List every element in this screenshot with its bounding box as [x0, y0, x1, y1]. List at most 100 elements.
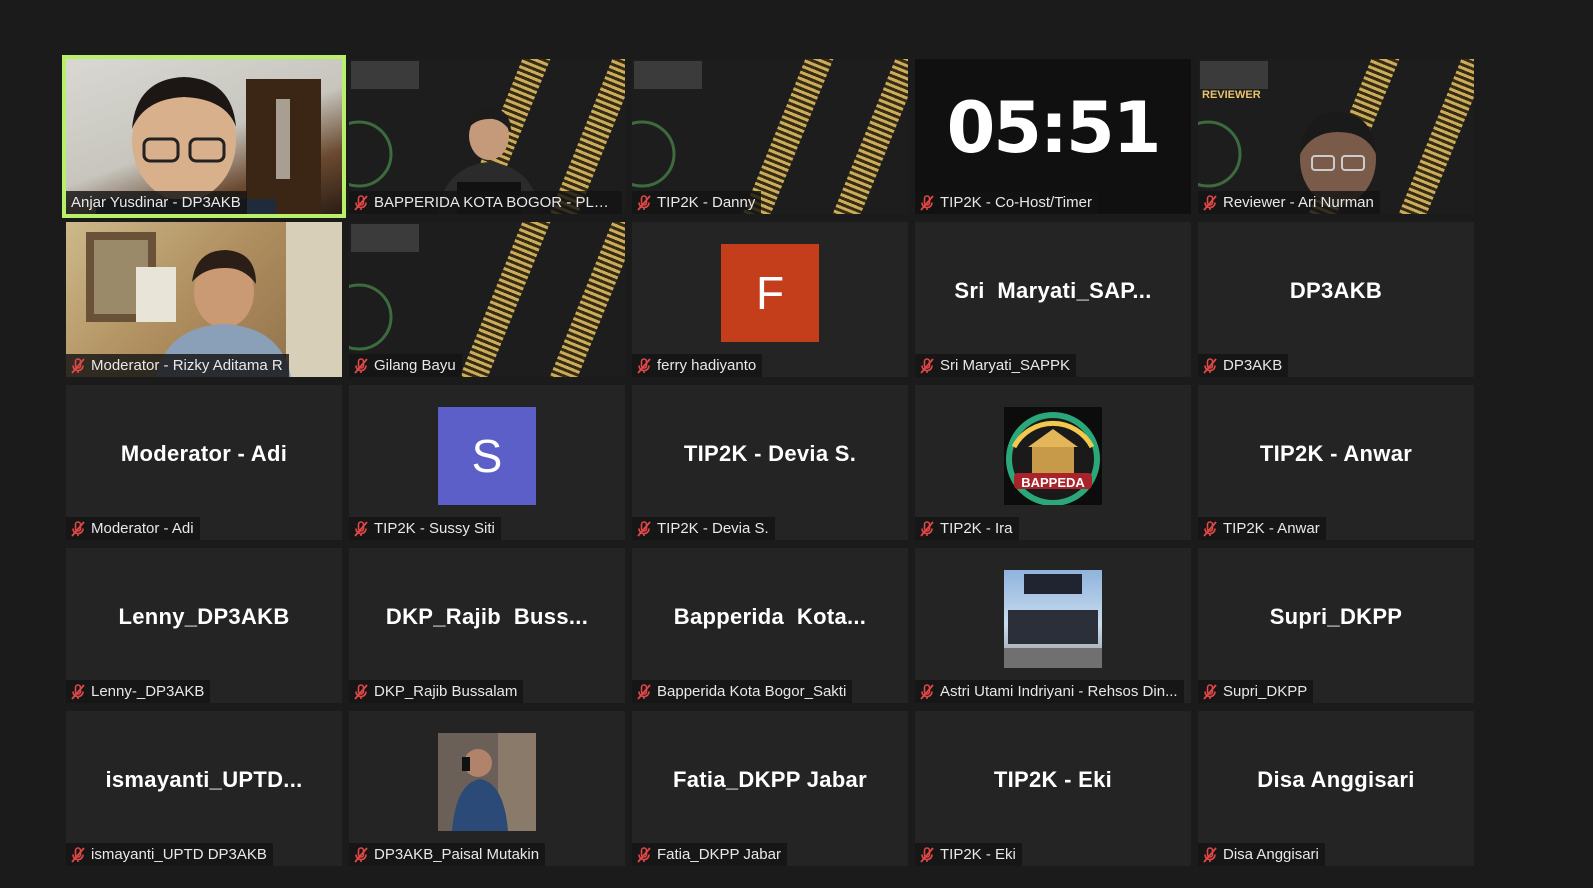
- mic-muted-icon: [354, 683, 368, 700]
- participant-name-label: Reviewer - Ari Nurman: [1198, 191, 1380, 214]
- participant-tile[interactable]: REVIEWER Reviewer - Ari Nurman: [1198, 59, 1474, 214]
- participant-tile[interactable]: Supri_DKPP Supri_DKPP: [1198, 548, 1474, 703]
- participant-avatar: F: [721, 243, 819, 342]
- participant-name-label: Moderator - Adi: [66, 517, 200, 540]
- participant-name: Disa Anggisari: [1223, 846, 1319, 863]
- mic-muted-icon: [354, 520, 368, 537]
- participant-tile[interactable]: Anjar Yusdinar - DP3AKB: [62, 55, 346, 218]
- participant-name-label: Anjar Yusdinar - DP3AKB: [66, 191, 247, 214]
- participant-name-display: Sri Maryati_SAP...: [954, 277, 1152, 303]
- mic-muted-icon: [637, 683, 651, 700]
- mic-muted-icon: [637, 846, 651, 863]
- slide-badge: [351, 224, 419, 252]
- participant-name-label: TIP2K - Co-Host/Timer: [915, 191, 1098, 214]
- slide-badge: [634, 61, 702, 89]
- participant-tile[interactable]: TIP2K - Danny: [632, 59, 908, 214]
- participant-tile[interactable]: Moderator - Rizky Aditama R: [66, 222, 342, 377]
- participant-name-display: DKP_Rajib Buss...: [385, 603, 589, 629]
- countdown-timer: 05:51: [946, 86, 1162, 169]
- participant-tile[interactable]: ismayanti_UPTD... ismayanti_UPTD DP3AKB: [66, 711, 342, 866]
- participant-name: Moderator - Rizky Aditama R: [91, 357, 283, 374]
- mic-muted-icon: [1203, 357, 1217, 374]
- participant-name-display: Lenny_DP3AKB: [118, 603, 290, 629]
- mic-muted-icon: [1203, 194, 1217, 211]
- participant-tile[interactable]: DP3AKB_Paisal Mutakin: [349, 711, 625, 866]
- participant-name: TIP2K - Anwar: [1223, 520, 1320, 537]
- participant-tile[interactable]: DKP_Rajib Buss... DKP_Rajib Bussalam: [349, 548, 625, 703]
- participant-tile[interactable]: DP3AKB DP3AKB: [1198, 222, 1474, 377]
- participant-name: Bapperida Kota Bogor_Sakti: [657, 683, 847, 700]
- participant-photo: [438, 732, 536, 831]
- participant-name: ferry hadiyanto: [657, 357, 757, 374]
- participant-name-label: TIP2K - Devia S.: [632, 517, 775, 540]
- mic-muted-icon: [920, 520, 934, 537]
- participant-name-label: Supri_DKPP: [1198, 680, 1314, 703]
- mic-muted-icon: [920, 683, 934, 700]
- seal-icon: [1198, 120, 1242, 188]
- participant-name-label: TIP2K - Ira: [915, 517, 1019, 540]
- participant-name-display: DP3AKB: [1289, 277, 1383, 303]
- mic-muted-icon: [637, 520, 651, 537]
- participant-tile[interactable]: Sri Maryati_SAP... Sri Maryati_SAPPK: [915, 222, 1191, 377]
- participant-tile[interactable]: Fferry hadiyanto: [632, 222, 908, 377]
- participant-name-label: Astri Utami Indriyani - Rehsos Din...: [915, 680, 1184, 703]
- participant-name-label: BAPPERIDA KOTA BOGOR - PLH K...: [349, 191, 622, 214]
- participant-tile[interactable]: Astri Utami Indriyani - Rehsos Din...: [915, 548, 1191, 703]
- participant-name: BAPPERIDA KOTA BOGOR - PLH K...: [374, 194, 616, 211]
- mic-muted-icon: [920, 194, 934, 211]
- participant-tile[interactable]: TIP2K - Devia S. TIP2K - Devia S.: [632, 385, 908, 540]
- participant-name-label: Disa Anggisari: [1198, 843, 1325, 866]
- participant-tile[interactable]: Fatia_DKPP Jabar Fatia_DKPP Jabar: [632, 711, 908, 866]
- mic-muted-icon: [71, 520, 85, 537]
- participant-name: Supri_DKPP: [1223, 683, 1308, 700]
- participant-tile[interactable]: Gilang Bayu: [349, 222, 625, 377]
- participant-name-display: TIP2K - Eki: [993, 766, 1113, 792]
- mic-muted-icon: [71, 683, 85, 700]
- participant-name-label: DP3AKB: [1198, 354, 1289, 377]
- slide-badge: [1200, 61, 1268, 89]
- participant-name-label: DP3AKB_Paisal Mutakin: [349, 843, 546, 866]
- participant-tile[interactable]: Bapperida Kota... Bapperida Kota Bogor_Sa…: [632, 548, 908, 703]
- mic-muted-icon: [354, 846, 368, 863]
- participant-name-label: Bapperida Kota Bogor_Sakti: [632, 680, 853, 703]
- participant-name-label: ismayanti_UPTD DP3AKB: [66, 843, 273, 866]
- participant-name: Lenny-_DP3AKB: [91, 683, 205, 700]
- seal-icon: [349, 120, 393, 188]
- participant-name-label: ferry hadiyanto: [632, 354, 763, 377]
- participant-tile[interactable]: S TIP2K - Sussy Siti: [349, 385, 625, 540]
- participant-name-display: ismayanti_UPTD...: [105, 766, 303, 792]
- participant-name: TIP2K - Co-Host/Timer: [940, 194, 1092, 211]
- participant-name: ismayanti_UPTD DP3AKB: [91, 846, 267, 863]
- participant-tile[interactable]: BAPPERIDA KOTA BOGOR - PLH K...: [349, 59, 625, 214]
- mic-muted-icon: [71, 846, 85, 863]
- participant-name-label: Lenny-_DP3AKB: [66, 680, 211, 703]
- participant-name: Sri Maryati_SAPPK: [940, 357, 1071, 374]
- participant-name-display: TIP2K - Anwar: [1259, 440, 1413, 466]
- participant-name: Gilang Bayu: [374, 357, 456, 374]
- logo-text: BAPPEDA: [1021, 474, 1085, 490]
- participant-name-label: TIP2K - Eki: [915, 843, 1022, 866]
- bappeda-logo: BAPPEDA: [1004, 406, 1102, 505]
- participant-tile[interactable]: Moderator - Adi Moderator - Adi: [66, 385, 342, 540]
- participant-name-label: TIP2K - Anwar: [1198, 517, 1326, 540]
- mic-muted-icon: [920, 357, 934, 374]
- mic-muted-icon: [637, 357, 651, 374]
- participant-name: TIP2K - Devia S.: [657, 520, 769, 537]
- participant-tile[interactable]: 05:51 TIP2K - Co-Host/Timer: [915, 59, 1191, 214]
- participant-tile[interactable]: BAPPEDA TIP2K - Ira: [915, 385, 1191, 540]
- mic-muted-icon: [920, 846, 934, 863]
- participant-avatar: S: [438, 406, 536, 505]
- mic-muted-icon: [354, 357, 368, 374]
- participant-tile[interactable]: TIP2K - Anwar TIP2K - Anwar: [1198, 385, 1474, 540]
- participant-name: Fatia_DKPP Jabar: [657, 846, 781, 863]
- mic-muted-icon: [1203, 520, 1217, 537]
- participant-tile[interactable]: Lenny_DP3AKB Lenny-_DP3AKB: [66, 548, 342, 703]
- participant-name-display: TIP2K - Devia S.: [683, 440, 857, 466]
- reviewer-tag: REVIEWER: [1202, 89, 1261, 101]
- participant-name: TIP2K - Sussy Siti: [374, 520, 495, 537]
- participant-name: DP3AKB_Paisal Mutakin: [374, 846, 540, 863]
- mic-muted-icon: [637, 194, 651, 211]
- participant-tile[interactable]: TIP2K - Eki TIP2K - Eki: [915, 711, 1191, 866]
- participant-name-display: Disa Anggisari: [1257, 766, 1415, 792]
- participant-tile[interactable]: Disa Anggisari Disa Anggisari: [1198, 711, 1474, 866]
